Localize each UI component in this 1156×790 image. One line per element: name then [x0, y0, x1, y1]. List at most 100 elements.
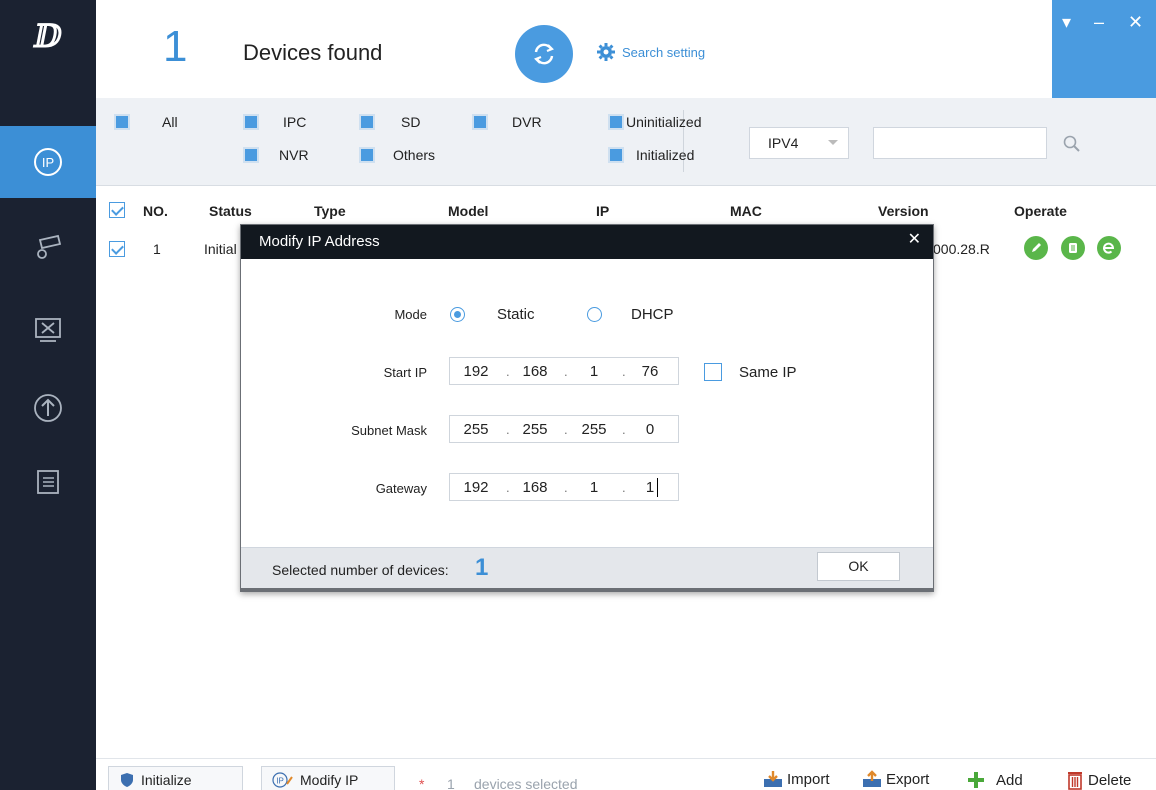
ok-button[interactable]: OK — [817, 552, 900, 581]
filter-others-checkbox[interactable]: Others — [359, 147, 435, 163]
ip-icon: IP — [34, 148, 62, 176]
sidebar-item-tools[interactable] — [0, 294, 96, 366]
upgrade-icon — [34, 394, 62, 422]
window-controls: ▾ – ✕ — [1052, 0, 1156, 98]
ip-separator: . — [564, 422, 568, 437]
refresh-icon — [534, 43, 554, 65]
close-window-icon[interactable]: ✕ — [1128, 12, 1143, 33]
pencil-icon — [1032, 243, 1041, 252]
filter-uninitialized-checkbox[interactable]: Uninitialized — [608, 114, 701, 130]
gateway-field[interactable]: 192 . 168 . 1 . 1 — [449, 473, 679, 501]
dialog-title: Modify IP Address — [259, 233, 380, 250]
filter-nvr-label: NVR — [279, 147, 309, 163]
subnet-octet-2: 255 — [522, 421, 548, 438]
refresh-button[interactable] — [515, 25, 573, 83]
ip-edit-icon: IP — [272, 772, 293, 788]
filter-dvr-label: DVR — [512, 114, 542, 130]
close-icon[interactable]: ✕ — [908, 229, 921, 249]
delete-button[interactable]: Delete — [1066, 770, 1131, 790]
delete-label: Delete — [1088, 771, 1132, 789]
subnet-mask-field[interactable]: 255 . 255 . 255 . 0 — [449, 415, 679, 443]
filter-ipc-label: IPC — [283, 114, 307, 130]
selected-devices-label: Selected number of devices: — [272, 562, 449, 578]
gear-icon — [597, 43, 615, 61]
search-input[interactable] — [873, 127, 1047, 159]
add-button[interactable]: Add — [966, 770, 1023, 790]
start-ip-octet-4: 76 — [641, 363, 659, 380]
gateway-octet-4: 1 — [645, 479, 655, 496]
filter-all-checkbox[interactable]: All — [114, 114, 178, 130]
start-ip-octet-3: 1 — [589, 363, 599, 380]
device-details-button[interactable] — [1061, 236, 1085, 260]
add-label: Add — [996, 771, 1023, 789]
ip-version-select[interactable]: IPV4 — [749, 127, 849, 159]
column-header-ip[interactable]: IP — [596, 203, 609, 219]
sidebar-item-upgrade[interactable] — [0, 372, 96, 444]
import-button[interactable]: Import — [763, 770, 830, 788]
modify-ip-dialog: Modify IP Address ✕ Mode Static DHCP Sta… — [240, 224, 934, 592]
open-web-button[interactable] — [1097, 236, 1121, 260]
column-header-status[interactable]: Status — [209, 203, 252, 219]
filter-all-label: All — [162, 114, 178, 130]
sidebar-item-ip-search[interactable]: IP — [0, 126, 96, 198]
mode-dhcp-label: DHCP — [631, 306, 674, 323]
column-header-no[interactable]: NO. — [143, 203, 168, 219]
edit-device-button[interactable] — [1024, 236, 1048, 260]
mode-static-label: Static — [497, 306, 535, 323]
export-button[interactable]: Export — [862, 770, 929, 788]
sidebar-item-docs[interactable] — [0, 446, 96, 518]
gateway-octet-3: 1 — [589, 479, 599, 496]
gateway-octet-1: 192 — [463, 479, 489, 496]
svg-text:IP: IP — [276, 777, 284, 786]
sidebar-item-device-config[interactable] — [0, 210, 96, 282]
subnet-octet-1: 255 — [463, 421, 489, 438]
menu-dropdown-icon[interactable]: ▾ — [1062, 12, 1071, 33]
import-icon — [764, 771, 782, 787]
start-ip-octet-1: 192 — [463, 363, 489, 380]
select-all-checkbox[interactable] — [109, 202, 125, 218]
column-header-model[interactable]: Model — [448, 203, 488, 219]
app-logo: ⅅ — [34, 17, 62, 55]
mode-static-radio[interactable] — [450, 307, 465, 322]
trash-icon — [1068, 772, 1082, 790]
filter-ipc-checkbox[interactable]: IPC — [243, 114, 306, 130]
filter-nvr-checkbox[interactable]: NVR — [243, 147, 309, 163]
gateway-label: Gateway — [375, 481, 427, 496]
initialize-button[interactable]: Initialize — [108, 766, 243, 790]
ip-separator: . — [564, 480, 568, 495]
filter-sd-label: SD — [401, 114, 421, 130]
devices-found-count: 1 — [163, 22, 188, 71]
export-icon — [863, 770, 881, 787]
filter-initialized-checkbox[interactable]: Initialized — [608, 147, 694, 163]
tools-icon — [35, 318, 61, 342]
subnet-octet-3: 255 — [581, 421, 607, 438]
document-icon — [37, 470, 59, 494]
dialog-title-bar: Modify IP Address ✕ — [241, 225, 933, 259]
browser-icon — [1103, 242, 1115, 254]
text-cursor — [657, 478, 658, 497]
search-icon[interactable] — [1062, 134, 1082, 157]
camera-settings-icon — [37, 234, 62, 259]
filter-dvr-checkbox[interactable]: DVR — [472, 114, 542, 130]
ip-separator: . — [622, 364, 626, 379]
details-icon — [1069, 243, 1077, 253]
row-checkbox[interactable] — [109, 241, 125, 257]
ip-separator: . — [622, 422, 626, 437]
modify-ip-label: Modify IP — [300, 772, 359, 788]
mode-dhcp-radio[interactable] — [587, 307, 602, 322]
selected-devices-number: 1 — [447, 776, 455, 790]
minimize-icon[interactable]: – — [1094, 12, 1104, 33]
column-header-mac[interactable]: MAC — [730, 203, 762, 219]
modify-ip-button[interactable]: IP Modify IP — [261, 766, 395, 790]
selected-devices-text: devices selected — [474, 776, 578, 790]
column-header-version[interactable]: Version — [878, 203, 929, 219]
start-ip-octet-2: 168 — [522, 363, 548, 380]
ip-separator: . — [564, 364, 568, 379]
filter-others-label: Others — [393, 147, 436, 163]
search-setting-link[interactable]: Search setting — [596, 42, 705, 62]
filter-sd-checkbox[interactable]: SD — [359, 114, 420, 130]
column-header-type[interactable]: Type — [314, 203, 346, 219]
start-ip-field[interactable]: 192 . 168 . 1 . 76 — [449, 357, 679, 385]
same-ip-checkbox[interactable] — [704, 363, 722, 381]
chevron-down-icon — [828, 140, 838, 145]
